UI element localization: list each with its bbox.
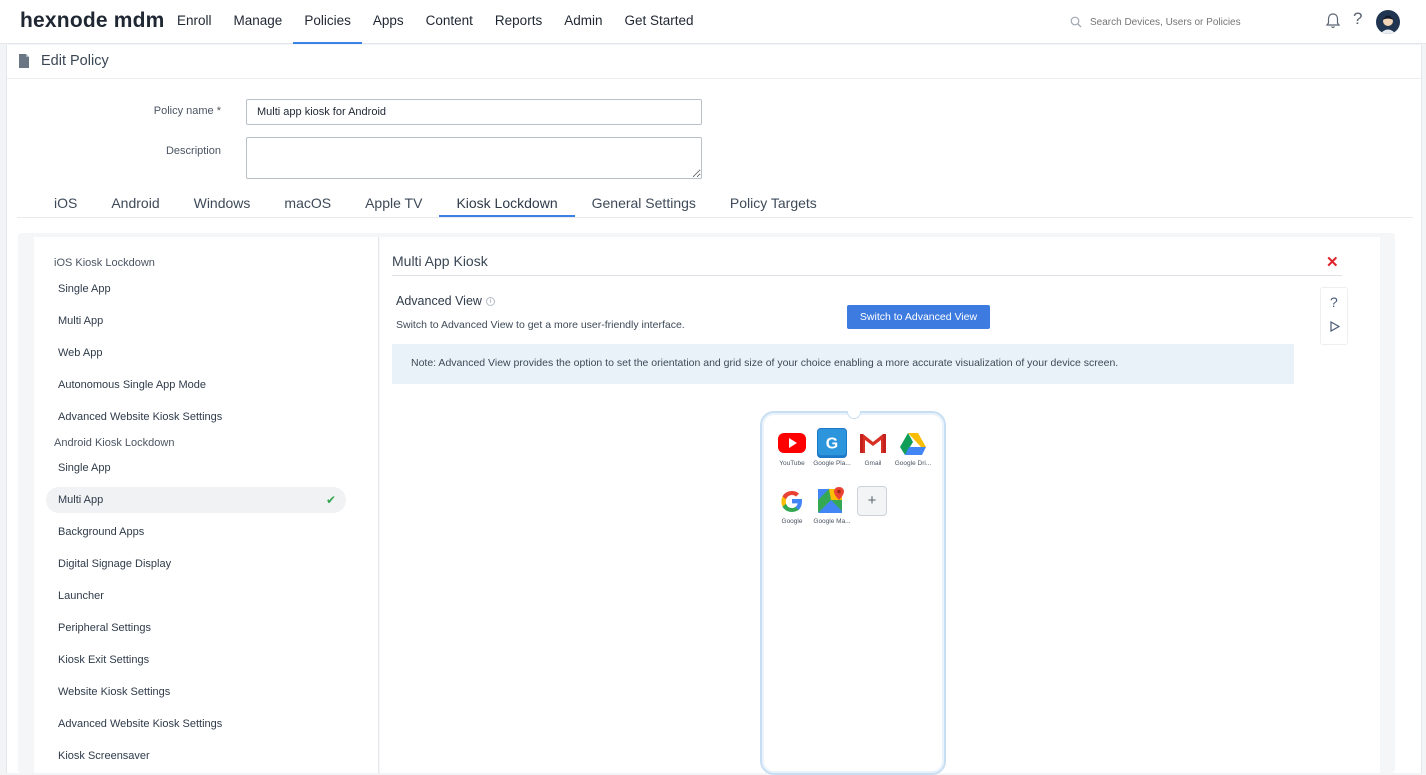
advanced-view-note: Note: Advanced View provides the option …: [392, 344, 1294, 384]
section-title: Multi App Kiosk: [392, 253, 488, 269]
sidebar-item-android-single-app[interactable]: Single App: [46, 455, 346, 481]
app-tile-gmail[interactable]: Gmail: [853, 428, 893, 467]
google-maps-icon: [817, 486, 847, 516]
sidebar-item-peripheral-settings[interactable]: Peripheral Settings: [46, 615, 346, 641]
search-icon: [1070, 16, 1082, 28]
page-header: Edit Policy: [7, 45, 1423, 79]
page-title: Edit Policy: [41, 53, 109, 69]
nav-reports[interactable]: Reports: [484, 0, 553, 44]
gmail-icon: [858, 428, 888, 458]
info-icon[interactable]: i: [485, 297, 495, 307]
android-kiosk-group-heading: Android Kiosk Lockdown: [54, 437, 175, 449]
play-tour-icon[interactable]: [1330, 321, 1340, 332]
checkmark-icon: ✔: [325, 493, 336, 507]
top-navigation-bar: hexnode mdm Enroll Manage Policies Apps …: [0, 0, 1426, 44]
policy-name-input[interactable]: [246, 99, 702, 125]
svg-text:G: G: [826, 436, 838, 453]
youtube-icon: [777, 428, 807, 458]
app-tile-google[interactable]: Google: [772, 486, 812, 525]
tab-apple-tv[interactable]: Apple TV: [348, 193, 439, 217]
tab-macos[interactable]: macOS: [267, 193, 348, 217]
kiosk-sidebar: iOS Kiosk Lockdown Single App Multi App …: [34, 237, 379, 773]
sidebar-item-kiosk-screensaver[interactable]: Kiosk Screensaver: [46, 743, 346, 769]
kiosk-content-area: iOS Kiosk Lockdown Single App Multi App …: [18, 233, 1395, 775]
phone-notch: [847, 411, 861, 419]
global-search: [1070, 12, 1300, 32]
sidebar-item-website-kiosk-settings[interactable]: Website Kiosk Settings: [46, 679, 346, 705]
device-preview: YouTube G Google Pla... Gmail Google Dri…: [760, 411, 946, 775]
nav-policies[interactable]: Policies: [293, 0, 362, 44]
google-drive-icon: [898, 428, 928, 458]
close-icon[interactable]: ✕: [1326, 253, 1339, 271]
ios-kiosk-group-heading: iOS Kiosk Lockdown: [54, 257, 155, 269]
sidebar-item-launcher[interactable]: Launcher: [46, 583, 346, 609]
app-tile-youtube[interactable]: YouTube: [772, 428, 812, 467]
sidebar-item-digital-signage[interactable]: Digital Signage Display: [46, 551, 346, 577]
sidebar-item-android-advanced-website-kiosk[interactable]: Advanced Website Kiosk Settings: [46, 711, 346, 737]
add-app-button[interactable]: +: [857, 486, 887, 516]
nav-content[interactable]: Content: [415, 0, 484, 44]
nav-get-started[interactable]: Get Started: [613, 0, 704, 44]
side-tools: ?: [1320, 287, 1348, 345]
user-avatar[interactable]: [1376, 10, 1400, 34]
sidebar-item-ios-web-app[interactable]: Web App: [46, 340, 346, 366]
sidebar-item-autonomous-single-app[interactable]: Autonomous Single App Mode: [46, 372, 346, 398]
nav-manage[interactable]: Manage: [223, 0, 294, 44]
description-label: Description: [165, 145, 221, 157]
sidebar-item-ios-multi-app[interactable]: Multi App: [46, 308, 346, 334]
document-icon: [19, 54, 29, 68]
sidebar-item-ios-single-app[interactable]: Single App: [46, 276, 346, 302]
section-divider: [392, 275, 1342, 276]
app-tile-google-play[interactable]: G Google Pla...: [812, 428, 852, 467]
description-input[interactable]: [246, 137, 702, 179]
tab-policy-targets[interactable]: Policy Targets: [713, 193, 834, 217]
tab-general-settings[interactable]: General Settings: [575, 193, 713, 217]
main-nav: Enroll Manage Policies Apps Content Repo…: [166, 0, 705, 44]
tab-windows[interactable]: Windows: [177, 193, 268, 217]
sidebar-item-ios-advanced-website-kiosk[interactable]: Advanced Website Kiosk Settings: [46, 404, 346, 430]
edit-policy-page: Edit Policy Policy name * Description iO…: [6, 45, 1423, 775]
advanced-view-heading: Advanced View i: [396, 294, 495, 308]
multi-app-kiosk-panel: Multi App Kiosk ✕ Advanced View i Switch …: [380, 237, 1380, 775]
notification-bell-icon[interactable]: [1325, 12, 1341, 30]
app-tile-google-maps[interactable]: Google Ma...: [812, 486, 852, 525]
sidebar-item-background-apps[interactable]: Background Apps: [46, 519, 346, 545]
app-tile-google-drive[interactable]: Google Dri...: [893, 428, 933, 467]
switch-to-advanced-view-button[interactable]: Switch to Advanced View: [847, 305, 990, 329]
google-play-icon: G: [817, 428, 847, 458]
google-icon: [777, 486, 807, 516]
tab-ios[interactable]: iOS: [37, 193, 94, 217]
platform-tabs: iOS Android Windows macOS Apple TV Kiosk…: [37, 193, 834, 217]
tab-android[interactable]: Android: [94, 193, 176, 217]
tabs-divider: [17, 217, 1413, 218]
tab-kiosk-lockdown[interactable]: Kiosk Lockdown: [439, 193, 575, 217]
help-icon[interactable]: ?: [1330, 294, 1338, 310]
nav-apps[interactable]: Apps: [362, 0, 415, 44]
advanced-view-description: Switch to Advanced View to get a more us…: [396, 319, 685, 331]
hexnode-logo[interactable]: hexnode mdm: [20, 9, 165, 33]
sidebar-item-label: Multi App: [58, 494, 104, 506]
policy-name-label: Policy name *: [153, 105, 221, 117]
help-icon[interactable]: ?: [1353, 9, 1362, 29]
search-input[interactable]: [1090, 16, 1290, 28]
nav-admin[interactable]: Admin: [553, 0, 613, 44]
sidebar-item-android-multi-app[interactable]: Multi App ✔: [46, 487, 346, 513]
sidebar-item-kiosk-exit-settings[interactable]: Kiosk Exit Settings: [46, 647, 346, 673]
nav-enroll[interactable]: Enroll: [166, 0, 223, 44]
